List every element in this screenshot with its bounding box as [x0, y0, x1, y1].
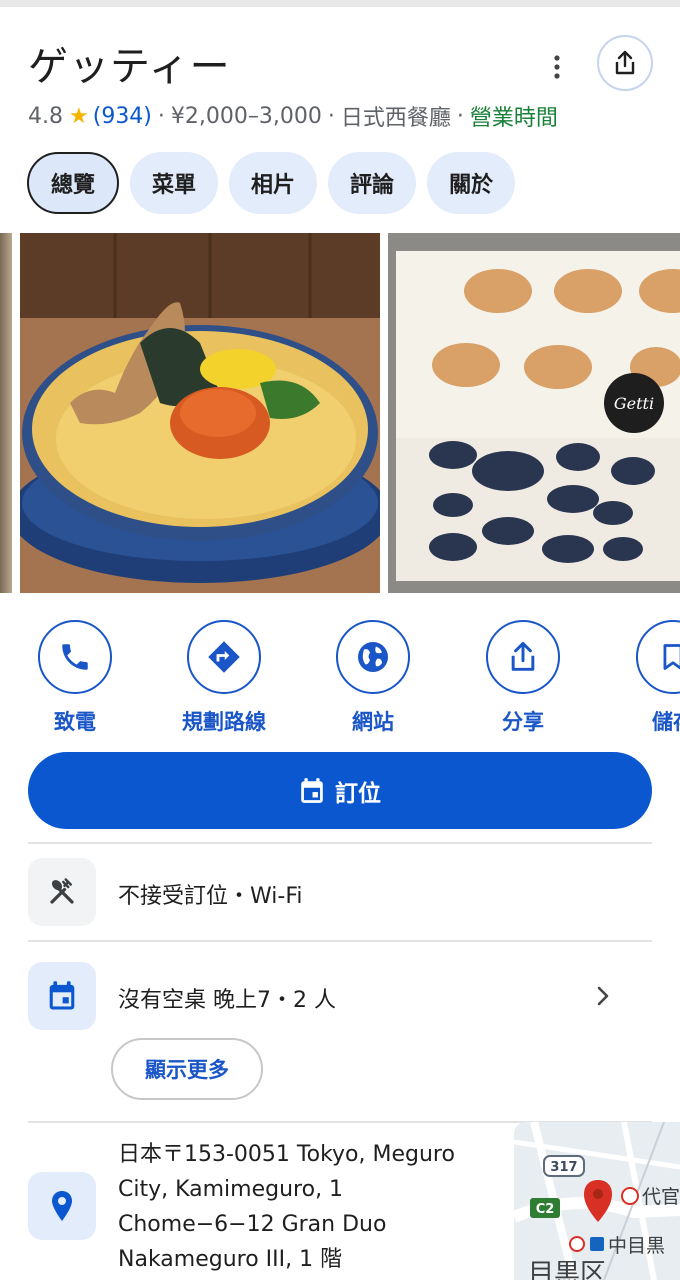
location-icon-box: [28, 1172, 96, 1240]
share-button[interactable]: [486, 620, 560, 694]
share-icon: [615, 50, 635, 75]
route-badge-317: 317: [550, 1160, 577, 1175]
reserve-label: 訂位: [335, 780, 381, 807]
save-label: 儲存: [652, 710, 680, 734]
tab-bar: 總覽 菜單 相片 評論 關於: [27, 152, 516, 214]
map-label-area: 目黒区: [528, 1259, 606, 1280]
directions-icon: [208, 641, 240, 673]
map-label-daikan: 代官: [642, 1186, 680, 1208]
reserve-button[interactable]: 訂位: [28, 752, 652, 829]
save-button[interactable]: [636, 620, 680, 694]
chevron-right-icon[interactable]: [592, 985, 614, 1011]
calendar-icon: [301, 777, 323, 803]
map-illustration: 317 C2 代官 中目黒 目黒区: [514, 1122, 680, 1280]
star-icon: ★: [69, 103, 89, 129]
tab-about[interactable]: 關於: [427, 152, 516, 214]
share-icon: [511, 641, 535, 671]
more-options-button[interactable]: [538, 48, 576, 86]
tab-reviews[interactable]: 評論: [328, 152, 417, 214]
fork-knife-icon: [50, 878, 74, 904]
separator-dot: ·: [327, 103, 335, 129]
place-title: ゲッティー: [28, 44, 231, 90]
place-meta: 4.8 ★ (934) · ¥2,000–3,000 · 日式西餐廳 · 營業時…: [28, 100, 558, 132]
divider: [28, 940, 652, 942]
action-row: 致電 規劃路線 網站 分享 儲: [0, 620, 680, 740]
address-text[interactable]: 日本〒153-0051 Tokyo, Meguro City, Kamimegu…: [118, 1137, 498, 1277]
tab-photos[interactable]: 相片: [229, 152, 318, 214]
category-label: 日式西餐廳: [340, 106, 451, 131]
availability-icon-box: [28, 962, 96, 1030]
tab-menu[interactable]: 菜單: [130, 152, 219, 214]
call-action[interactable]: 致電: [0, 620, 150, 736]
photo-partial-left[interactable]: [0, 233, 12, 593]
tab-overview[interactable]: 總覽: [27, 152, 120, 214]
more-vert-icon: [554, 55, 560, 79]
price-range: ¥2,000–3,000: [170, 103, 322, 129]
amenities-text: 不接受訂位・Wi-Fi: [118, 884, 303, 909]
hours-link[interactable]: 營業時間: [470, 100, 558, 132]
route-badge-c2: C2: [536, 1202, 555, 1217]
directions-action[interactable]: 規劃路線: [149, 620, 299, 736]
website-button[interactable]: [336, 620, 410, 694]
globe-icon: [358, 642, 388, 672]
photo-carousel[interactable]: Getti: [0, 233, 680, 593]
directions-label: 規劃路線: [182, 710, 266, 734]
divider: [28, 842, 652, 844]
bookmark-icon: [663, 644, 680, 670]
menu-logo-text: Getti: [614, 394, 654, 413]
menu-illustration: Getti: [396, 251, 680, 581]
show-more-button[interactable]: 顯示更多: [111, 1038, 263, 1100]
photo-menu[interactable]: Getti: [388, 233, 680, 593]
separator-dot: ·: [456, 103, 464, 129]
availability-text[interactable]: 沒有空桌 晚上7・2 人: [118, 982, 336, 1014]
call-button[interactable]: [38, 620, 112, 694]
status-strip: [0, 0, 680, 7]
location-pin-icon: [52, 1191, 72, 1221]
call-label: 致電: [54, 710, 96, 734]
dish-illustration: [20, 233, 380, 593]
share-action[interactable]: 分享: [448, 620, 598, 736]
share-header-button[interactable]: [597, 35, 653, 91]
save-action[interactable]: 儲存: [598, 620, 680, 736]
map-thumbnail[interactable]: 317 C2 代官 中目黒 目黒区: [514, 1122, 680, 1280]
map-label-station: 中目黒: [608, 1235, 665, 1257]
review-count-link[interactable]: (934): [93, 104, 152, 129]
photo-dish[interactable]: [20, 233, 380, 593]
rating-value: 4.8: [28, 103, 63, 129]
website-label: 網站: [352, 710, 394, 734]
share-label: 分享: [502, 710, 544, 734]
separator-dot: ·: [157, 103, 165, 129]
phone-icon: [62, 644, 88, 670]
website-action[interactable]: 網站: [298, 620, 448, 736]
directions-button[interactable]: [187, 620, 261, 694]
calendar-icon: [49, 981, 75, 1010]
dining-icon-box: [28, 858, 96, 926]
